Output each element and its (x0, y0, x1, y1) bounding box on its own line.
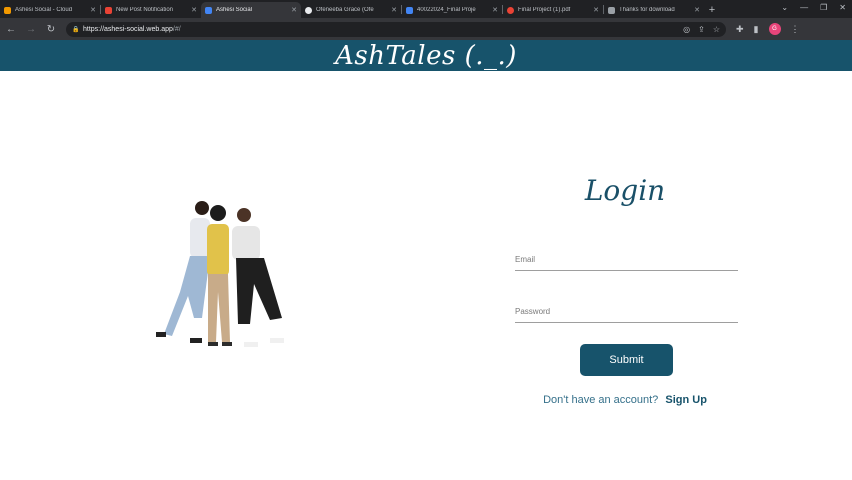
browser-tab[interactable]: 40022024_Final Proje ✕ (402, 2, 502, 18)
close-icon[interactable]: ✕ (391, 6, 397, 14)
browser-tab[interactable]: Thanks for download ✕ (604, 2, 704, 18)
app-header: AshTales (._.) (0, 40, 852, 71)
close-icon[interactable]: ✕ (291, 6, 297, 14)
tab-title: Ashesi Social - Cloud (15, 7, 73, 13)
lock-icon: 🔒 (72, 27, 80, 33)
browser-tab-active[interactable]: Ashesi Social ✕ (201, 2, 301, 18)
tab-search-icon[interactable]: ⌄ (781, 3, 788, 12)
side-panel-icon[interactable]: ▮ (754, 24, 759, 35)
login-page: Login Submit Don't have an account? Sign… (0, 71, 852, 480)
browser-tab[interactable]: New Post Notification ✕ (101, 2, 201, 18)
bookmark-star-icon[interactable]: ☆ (713, 25, 720, 34)
pdf-icon (507, 6, 514, 14)
tab-title: Ofeneeba Grace (Ofe (316, 7, 374, 13)
github-icon (305, 6, 312, 14)
close-window-icon[interactable]: ✕ (839, 3, 846, 12)
close-icon[interactable]: ✕ (492, 6, 498, 14)
extensions-icon[interactable]: ✚ (736, 24, 744, 35)
docs-icon (406, 6, 413, 14)
new-tab-button[interactable]: + (704, 2, 720, 18)
url-host: https://ashesi-social.web.app (83, 25, 173, 33)
close-icon[interactable]: ✕ (191, 6, 197, 14)
back-icon[interactable]: ← (2, 20, 20, 38)
window-controls: ⌄ — ❐ ✕ (781, 3, 846, 12)
browser-tabstrip: Ashesi Social - Cloud ✕ New Post Notific… (0, 0, 852, 18)
password-input[interactable] (515, 301, 738, 322)
browser-tab[interactable]: Ashesi Social - Cloud ✕ (0, 2, 100, 18)
tab-title: New Post Notification (116, 7, 174, 13)
minimize-icon[interactable]: — (800, 3, 808, 12)
url-path: /#/ (172, 25, 181, 33)
tab-title: 40022024_Final Proje (417, 7, 476, 13)
tab-title: Ashesi Social (216, 7, 253, 13)
flutter-icon (205, 6, 212, 14)
tab-title: Final Project (1).pdf (518, 7, 571, 13)
reload-icon[interactable]: ↻ (42, 20, 60, 38)
page-icon (608, 6, 615, 14)
tab-title: Thanks for download (619, 7, 675, 13)
toolbar-right: ✚ ▮ G ⋮ (736, 23, 800, 35)
app-title: AshTales (._.) (335, 40, 517, 71)
submit-button[interactable]: Submit (580, 344, 673, 376)
browser-tab[interactable]: Final Project (1).pdf ✕ (503, 2, 603, 18)
people-illustration (156, 201, 284, 347)
login-heading: Login (584, 174, 666, 207)
close-icon[interactable]: ✕ (694, 6, 700, 14)
profile-avatar[interactable]: G (768, 23, 781, 35)
menu-kebab-icon[interactable]: ⋮ (791, 24, 800, 35)
close-icon[interactable]: ✕ (593, 6, 599, 14)
signup-link[interactable]: Sign Up (665, 394, 707, 406)
gmail-icon (105, 6, 112, 14)
password-field (515, 301, 738, 323)
close-icon[interactable]: ✕ (90, 6, 96, 14)
email-input[interactable] (515, 249, 738, 270)
share-icon[interactable]: ⇪ (698, 25, 705, 34)
signup-row: Don't have an account? Sign Up (505, 394, 745, 406)
address-bar[interactable]: 🔒 https://ashesi-social.web.app /#/ ◎ ⇪ … (66, 21, 726, 37)
email-field (515, 249, 738, 271)
maximize-icon[interactable]: ❐ (820, 3, 827, 12)
forward-icon[interactable]: → (22, 20, 40, 38)
omnibox-actions: ◎ ⇪ ☆ (683, 25, 726, 34)
browser-toolbar: ← → ↻ 🔒 https://ashesi-social.web.app /#… (0, 18, 852, 40)
signup-prompt: Don't have an account? (543, 394, 659, 406)
browser-tab[interactable]: Ofeneeba Grace (Ofe ✕ (301, 2, 401, 18)
google-lens-icon[interactable]: ◎ (683, 25, 690, 34)
tab-favicon-icon (4, 6, 11, 14)
